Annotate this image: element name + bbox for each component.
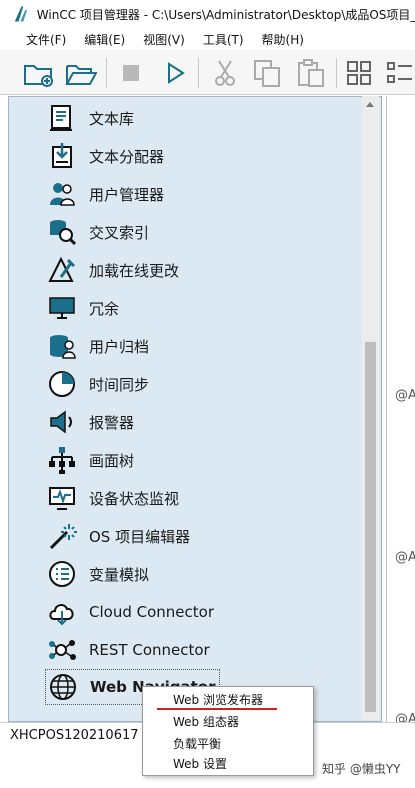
copy-button[interactable] bbox=[250, 56, 284, 90]
toolbar-separator bbox=[336, 58, 337, 88]
copy-icon bbox=[254, 60, 280, 87]
user-archive-icon bbox=[45, 329, 79, 363]
tree-item-os-project-editor[interactable]: OS 项目编辑器 bbox=[45, 519, 190, 553]
small-icons-view-icon bbox=[387, 62, 412, 83]
time-sync-icon bbox=[45, 367, 79, 401]
tree-item-text-library[interactable]: 文本库 bbox=[45, 101, 134, 135]
tree-item-picture-tree[interactable]: 画面树 bbox=[45, 443, 134, 477]
context-menu-item-web-publisher[interactable]: Web 浏览发布器 bbox=[173, 691, 263, 708]
text-distributor-icon bbox=[45, 139, 79, 173]
project-tree-panel[interactable]: 文本库 文本分配器 用户管理器 交叉索引 加载在线更改 冗余 用户归档 时间同步… bbox=[8, 96, 382, 722]
tree-item-label: 画面树 bbox=[89, 451, 135, 470]
cut-icon bbox=[215, 60, 235, 86]
tree-item-label: 文本分配器 bbox=[89, 147, 165, 166]
detail-pane[interactable]: @A @A @A bbox=[386, 96, 415, 736]
rest-connector-icon bbox=[45, 633, 79, 667]
menu-help[interactable]: 帮助(H) bbox=[262, 31, 304, 48]
tree-item-label: 报警器 bbox=[89, 413, 135, 432]
tree-item-text-distributor[interactable]: 文本分配器 bbox=[45, 139, 164, 173]
highlight-underline bbox=[157, 708, 277, 710]
load-online-changes-icon bbox=[45, 253, 79, 287]
tree-item-label: 用户归档 bbox=[89, 337, 150, 356]
menu-file[interactable]: 文件(F) bbox=[26, 31, 66, 48]
tag-simulation-icon bbox=[45, 557, 79, 591]
tree-item-device-status[interactable]: 设备状态监视 bbox=[45, 481, 179, 515]
menu-edit[interactable]: 编辑(E) bbox=[84, 31, 125, 48]
tree-item-rest-connector[interactable]: REST Connector bbox=[45, 633, 210, 667]
context-menu-item-web-configurator[interactable]: Web 组态器 bbox=[173, 713, 239, 730]
menu-bar: 文件(F) 编辑(E) 视图(V) 工具(T) 帮助(H) bbox=[0, 28, 415, 50]
status-computer-name: XHCPOS120210617 bbox=[10, 728, 139, 743]
tree-item-user-archive[interactable]: 用户归档 bbox=[45, 329, 149, 363]
tree-item-label: 加载在线更改 bbox=[89, 261, 180, 280]
new-project-button[interactable] bbox=[22, 56, 56, 90]
tree-item-label: 变量模拟 bbox=[89, 565, 150, 584]
toolbar-separator bbox=[106, 58, 107, 88]
tree-item-load-online-changes[interactable]: 加载在线更改 bbox=[45, 253, 179, 287]
tree-item-label: 交叉索引 bbox=[89, 223, 150, 242]
stop-icon bbox=[123, 65, 139, 81]
cloud-connector-icon bbox=[45, 595, 79, 629]
paste-button[interactable] bbox=[294, 56, 328, 90]
tree-item-time-sync[interactable]: 时间同步 bbox=[45, 367, 149, 401]
activate-button[interactable] bbox=[158, 56, 192, 90]
toolbar bbox=[0, 50, 415, 95]
cut-button[interactable] bbox=[208, 56, 242, 90]
menu-tools[interactable]: 工具(T) bbox=[203, 31, 244, 48]
tree-item-cloud-connector[interactable]: Cloud Connector bbox=[45, 595, 214, 629]
tree-item-label: 用户管理器 bbox=[89, 185, 165, 204]
large-icons-view-button[interactable] bbox=[342, 56, 376, 90]
detail-marker: @A bbox=[395, 550, 415, 565]
scrollbar-thumb[interactable] bbox=[365, 342, 376, 712]
title-bar: WinCC 项目管理器 - C:\Users\Administrator\Des… bbox=[0, 0, 415, 28]
tree-item-user-manager[interactable]: 用户管理器 bbox=[45, 177, 164, 211]
picture-tree-icon bbox=[45, 443, 79, 477]
scroll-up-arrow-icon[interactable] bbox=[366, 102, 374, 107]
tree-item-label: REST Connector bbox=[89, 641, 210, 659]
toolbar-separator bbox=[198, 58, 199, 88]
new-project-icon bbox=[24, 65, 53, 87]
play-icon bbox=[168, 62, 185, 84]
footer-watermark: 知乎 @懒虫YY bbox=[322, 762, 401, 776]
open-project-button[interactable] bbox=[64, 56, 98, 90]
stop-button[interactable] bbox=[114, 56, 148, 90]
context-menu-item-web-settings[interactable]: Web 设置 bbox=[173, 755, 227, 772]
cross-reference-icon bbox=[45, 215, 79, 249]
device-status-icon bbox=[45, 481, 79, 515]
paste-icon bbox=[298, 59, 324, 87]
redundancy-icon bbox=[45, 291, 79, 325]
os-project-editor-icon bbox=[45, 519, 79, 553]
tree-item-label: Cloud Connector bbox=[89, 603, 214, 621]
tree-item-tag-simulation[interactable]: 变量模拟 bbox=[45, 557, 149, 591]
tree-item-label: OS 项目编辑器 bbox=[89, 527, 191, 546]
context-menu: Web 浏览发布器 Web 组态器 负载平衡 Web 设置 bbox=[142, 686, 314, 776]
large-icons-view-icon bbox=[347, 61, 371, 85]
wincc-app-icon bbox=[14, 6, 28, 22]
horn-icon bbox=[45, 405, 79, 439]
globe-icon bbox=[46, 670, 80, 704]
tree-item-label: 时间同步 bbox=[89, 375, 150, 394]
tree-item-redundancy[interactable]: 冗余 bbox=[45, 291, 119, 325]
tree-item-label: 冗余 bbox=[89, 299, 120, 318]
window-title: WinCC 项目管理器 - C:\Users\Administrator\Des… bbox=[36, 7, 415, 22]
user-manager-icon bbox=[45, 177, 79, 211]
open-folder-icon bbox=[65, 65, 97, 85]
tree-item-label: 文本库 bbox=[89, 109, 135, 128]
tree-item-cross-reference[interactable]: 交叉索引 bbox=[45, 215, 149, 249]
text-library-icon bbox=[45, 101, 79, 135]
detail-marker: @A bbox=[395, 388, 415, 403]
tree-item-horn[interactable]: 报警器 bbox=[45, 405, 134, 439]
tree-item-label: 设备状态监视 bbox=[89, 489, 180, 508]
context-menu-item-load-balancing[interactable]: 负载平衡 bbox=[173, 735, 221, 752]
tree-scrollbar[interactable] bbox=[362, 96, 379, 720]
menu-view[interactable]: 视图(V) bbox=[143, 31, 185, 48]
small-icons-view-button[interactable] bbox=[382, 56, 415, 90]
